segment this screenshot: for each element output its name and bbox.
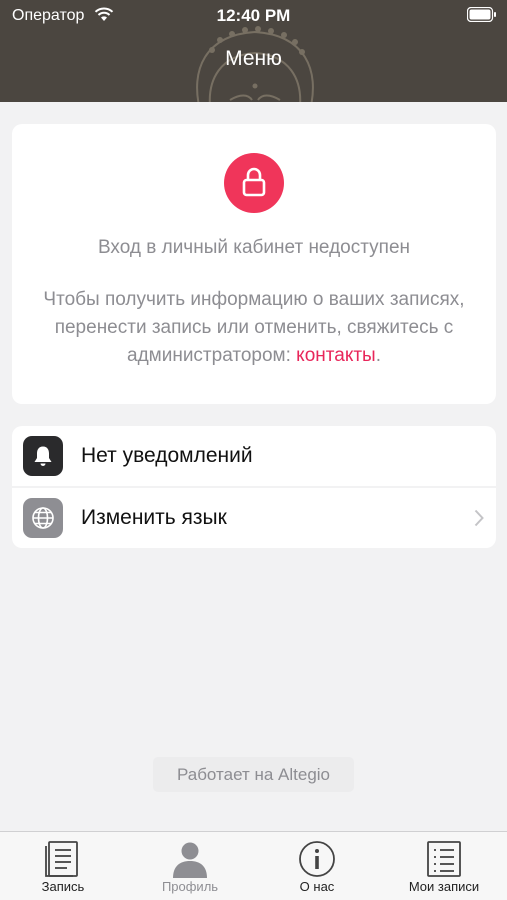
battery-icon (467, 7, 496, 22)
tab-profile-label: Профиль (161, 879, 219, 894)
tab-my-bookings[interactable]: Мои записи (381, 832, 507, 900)
chevron-right-icon (474, 509, 484, 527)
status-bar: Оператор 12:40 PM (0, 0, 507, 30)
info-icon (299, 841, 335, 877)
clock-time: 12:40 PM (216, 6, 291, 25)
bell-icon-tile (23, 436, 63, 476)
document-icon (45, 841, 78, 877)
globe-icon-tile (23, 498, 63, 538)
globe-icon (32, 507, 54, 529)
notifications-row[interactable]: Нет уведомлений (12, 426, 496, 486)
lock-icon (242, 167, 266, 197)
header-bar: Оператор 12:40 PM Меню (0, 0, 507, 102)
powered-by-label: Работает на Altegio (153, 757, 354, 792)
page-title: Меню (225, 47, 282, 70)
tab-booking[interactable]: Запись (0, 832, 126, 900)
login-unavailable-card: Вход в личный кабинет недоступен Чтобы п… (12, 124, 496, 404)
tab-about-label: О нас (299, 879, 335, 894)
info-text-end: . (375, 345, 381, 366)
tab-about[interactable]: О нас (254, 832, 380, 900)
profile-icon (173, 842, 207, 878)
contacts-link[interactable]: контакты (296, 345, 376, 366)
tab-bar: Запись Профиль О нас Мои записи (0, 831, 507, 900)
login-unavailable-heading: Вход в личный кабинет недоступен (97, 237, 411, 258)
info-text: Чтобы получить информацию о ваших запися… (43, 289, 465, 366)
list-icon (427, 841, 461, 877)
bell-icon (34, 446, 52, 466)
tab-my-bookings-label: Мои записи (408, 879, 480, 894)
tab-booking-label: Запись (41, 879, 85, 894)
tab-profile[interactable]: Профиль (127, 832, 253, 900)
change-language-label: Изменить язык (81, 506, 227, 529)
login-unavailable-text: Чтобы получить информацию о ваших запися… (32, 286, 476, 370)
lock-badge (224, 153, 284, 213)
change-language-row[interactable]: Изменить язык (12, 488, 496, 548)
notifications-label: Нет уведомлений (81, 444, 253, 467)
